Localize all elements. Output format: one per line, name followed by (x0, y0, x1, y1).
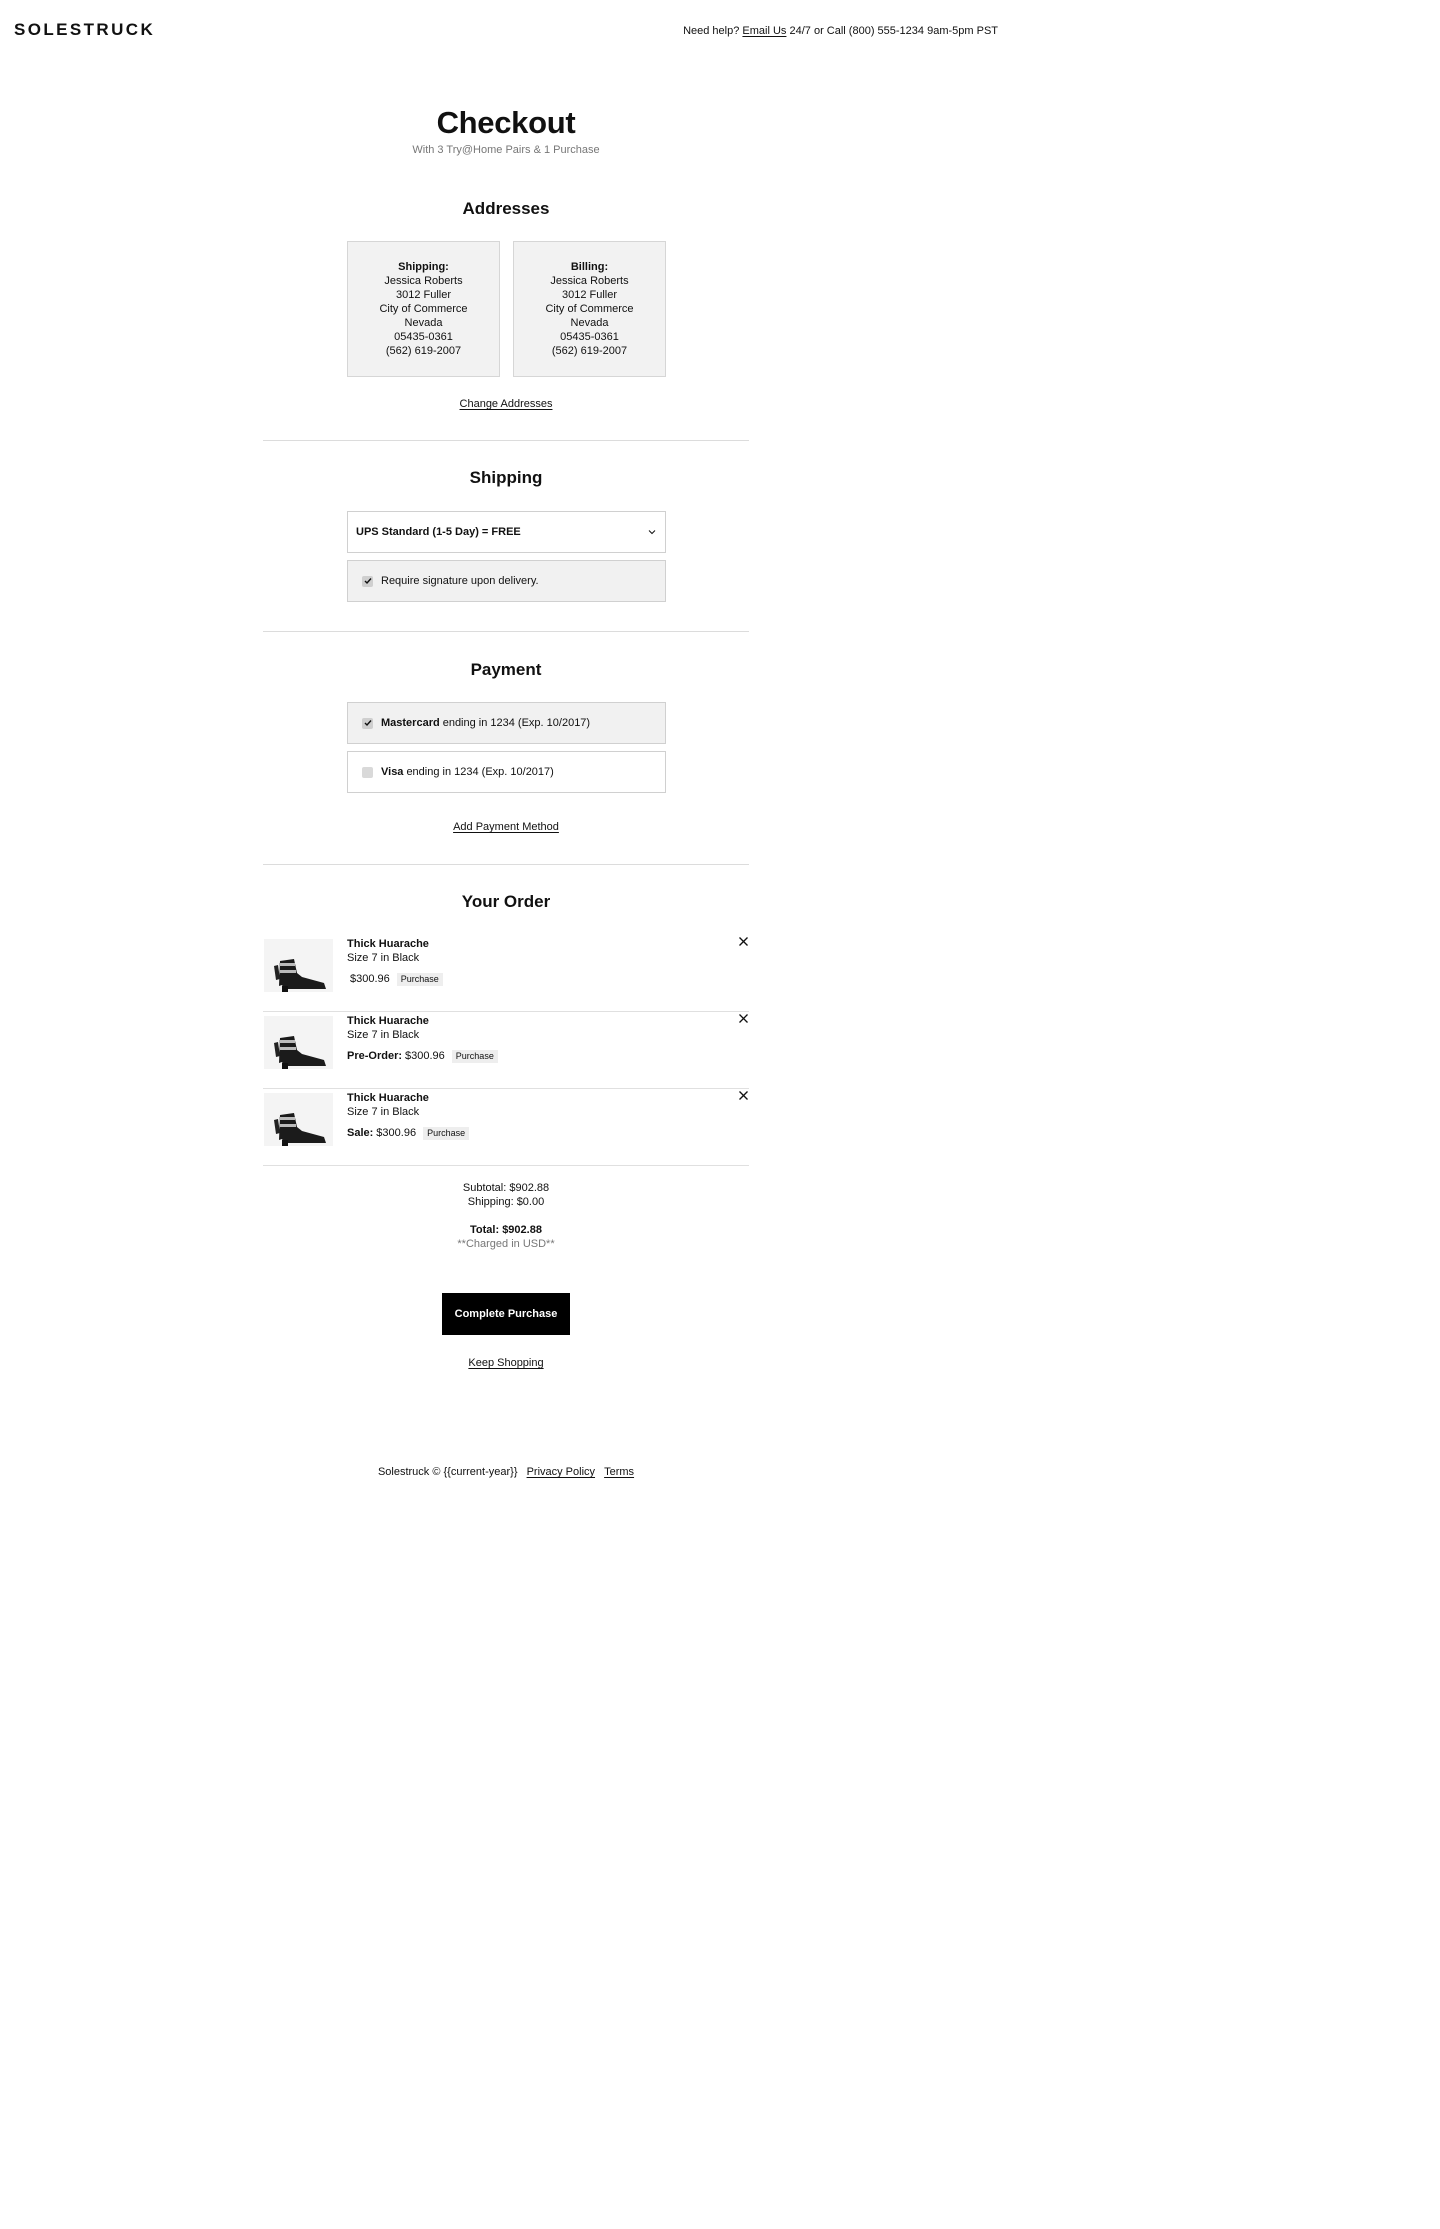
billing-state: Nevada (570, 317, 609, 329)
shipping-zip: 05435-0361 (394, 331, 453, 343)
keep-shopping-wrap: Keep Shopping (0, 1357, 1012, 1369)
complete-purchase-button[interactable]: Complete Purchase (442, 1293, 570, 1335)
help-prefix: Need help? (683, 25, 740, 37)
shipping-phone: (562) 619-2007 (385, 345, 462, 357)
divider (263, 864, 749, 865)
boot-image (274, 959, 326, 992)
payment-heading: Payment (470, 660, 542, 679)
item-variant: Size 7 in Black (347, 1029, 420, 1041)
logo[interactable]: SOLESTRUCK (14, 20, 155, 40)
billing-phone: (562) 619-2007 (551, 345, 628, 357)
help-text: Need help? Email Us 24/7 or Call (800) 5… (683, 25, 998, 37)
purchase-badge: Purchase (423, 1126, 470, 1140)
billing-address-label: Billing: (570, 261, 609, 273)
item-name[interactable]: Thick Huarache (347, 937, 443, 951)
close-icon[interactable] (738, 936, 749, 947)
order-total: Total: $902.88 (470, 1224, 542, 1236)
order-item: Thick Huarache Size 7 in Black Pre-Order… (263, 1012, 749, 1089)
terms-link[interactable]: Terms (604, 1466, 634, 1478)
shipping-address-card: Shipping: Jessica Roberts 3012 Fuller Ci… (347, 241, 500, 377)
divider (263, 631, 749, 632)
copyright: Solestruck © {{current-year}} (377, 1466, 518, 1478)
keep-shopping-link[interactable]: Keep Shopping (468, 1357, 543, 1369)
change-addresses-wrap: Change Addresses (0, 398, 1012, 410)
change-addresses-link[interactable]: Change Addresses (460, 398, 553, 410)
shipping-method-value: UPS Standard (1-5 Day) = FREE (356, 526, 521, 538)
item-name[interactable]: Thick Huarache (347, 1091, 469, 1105)
boot-image (274, 1036, 326, 1069)
checkmark-icon (364, 578, 372, 585)
item-price-line: $300.96 Purchase (347, 972, 443, 986)
item-price: $300.96 (350, 973, 390, 985)
order-heading: Your Order (461, 892, 551, 911)
billing-name: Jessica Roberts (550, 275, 629, 287)
shipping-state: Nevada (404, 317, 443, 329)
billing-city: City of Commerce (545, 303, 634, 315)
signature-checkbox[interactable] (362, 575, 373, 587)
billing-zip: 05435-0361 (560, 331, 619, 343)
item-price: $300.96 (405, 1050, 445, 1062)
boot-image (274, 1113, 326, 1146)
close-icon[interactable] (738, 1013, 749, 1024)
billing-street: 3012 Fuller (561, 289, 618, 301)
shipping-method-select[interactable]: UPS Standard (1-5 Day) = FREE (347, 511, 666, 553)
payment-checkbox[interactable] (362, 766, 373, 778)
shipping-heading: Shipping (469, 468, 543, 487)
item-info: Thick Huarache Size 7 in Black $300.96 P… (347, 937, 443, 986)
item-variant: Size 7 in Black (347, 1106, 420, 1118)
shipping-address-label: Shipping: (398, 261, 449, 273)
page-subtitle: With 3 Try@Home Pairs & 1 Purchase (412, 144, 600, 156)
footer: Solestruck © {{current-year}} Privacy Po… (0, 1466, 1012, 1478)
payment-method-mastercard[interactable]: Mastercard ending in 1234 (Exp. 10/2017) (347, 702, 666, 744)
purchase-badge: Purchase (396, 972, 443, 986)
add-payment-wrap: Add Payment Method (0, 821, 1012, 833)
signature-option[interactable]: Require signature upon delivery. (347, 560, 666, 602)
shipping-cost: Shipping: $0.00 (467, 1196, 545, 1208)
item-price: $300.96 (376, 1127, 417, 1139)
addresses-heading: Addresses (462, 199, 550, 218)
payment-method-visa[interactable]: Visa ending in 1234 (Exp. 10/2017) (347, 751, 666, 793)
billing-address-card: Billing: Jessica Roberts 3012 Fuller Cit… (513, 241, 666, 377)
shipping-name: Jessica Roberts (384, 275, 463, 287)
chevron-down-icon (648, 530, 656, 535)
price-prefix: Sale: (347, 1127, 374, 1139)
payment-detail: ending in 1234 (Exp. 10/2017) (442, 717, 591, 729)
product-image[interactable] (264, 939, 333, 992)
order-totals: Subtotal: $902.88 Shipping: $0.00 Total:… (0, 1181, 1012, 1251)
privacy-policy-link[interactable]: Privacy Policy (527, 1466, 595, 1478)
divider (263, 440, 749, 441)
payment-detail: ending in 1234 (Exp. 10/2017) (406, 766, 554, 778)
item-variant: Size 7 in Black (347, 952, 420, 964)
price-prefix: Pre-Order: (347, 1050, 403, 1062)
payment-brand: Mastercard (381, 717, 440, 729)
order-item: Thick Huarache Size 7 in Black $300.96 P… (263, 935, 749, 1012)
item-info: Thick Huarache Size 7 in Black Sale: $30… (347, 1091, 470, 1140)
checkmark-icon (364, 720, 372, 727)
item-name[interactable]: Thick Huarache (347, 1014, 498, 1028)
email-us-link[interactable]: Email Us (742, 25, 786, 37)
close-icon[interactable] (738, 1090, 749, 1101)
payment-brand: Visa (381, 766, 404, 778)
product-image[interactable] (264, 1093, 333, 1146)
add-payment-method-link[interactable]: Add Payment Method (453, 821, 559, 833)
purchase-badge: Purchase (451, 1049, 498, 1063)
shipping-street: 3012 Fuller (395, 289, 452, 301)
payment-checkbox[interactable] (362, 717, 373, 729)
product-image[interactable] (264, 1016, 333, 1069)
currency-note: **Charged in USD** (457, 1238, 555, 1250)
item-price-line: Pre-Order: $300.96 Purchase (347, 1049, 498, 1063)
item-price-line: Sale: $300.96 Purchase (347, 1126, 470, 1140)
help-suffix: 24/7 or Call (800) 555-1234 9am-5pm PST (789, 25, 999, 37)
item-info: Thick Huarache Size 7 in Black Pre-Order… (347, 1014, 498, 1063)
subtotal: Subtotal: $902.88 (462, 1182, 550, 1194)
shipping-city: City of Commerce (379, 303, 468, 315)
order-item: Thick Huarache Size 7 in Black Sale: $30… (263, 1089, 749, 1166)
signature-label: Require signature upon delivery. (381, 575, 539, 587)
page-title: Checkout (436, 105, 576, 140)
